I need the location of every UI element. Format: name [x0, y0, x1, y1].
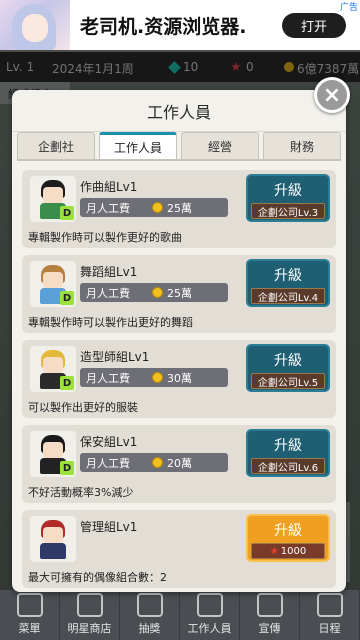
modal-tabs: 企劃社 工作人員 經營 財務 — [17, 132, 341, 160]
upgrade-requirement: 企劃公司Lv.6 — [251, 458, 325, 474]
salary-value: 25萬 — [167, 286, 192, 300]
close-button[interactable]: × — [314, 77, 350, 113]
upgrade-button[interactable]: 升級 ★ 1000 — [246, 514, 330, 562]
salary-value: 30萬 — [167, 371, 192, 385]
staff-name: 管理組Lv1 — [80, 520, 138, 534]
nav-menu[interactable]: 菜單 — [0, 590, 60, 640]
staff-modal: 工作人員 企劃社 工作人員 經營 財務 D 作曲組Lv1 月人工費 25萬 專輯… — [12, 90, 346, 592]
ad-open-button[interactable]: 打开 — [282, 13, 346, 38]
ad-tag: 广告 — [339, 3, 358, 13]
salary-row: 月人工費 30萬 — [80, 368, 228, 387]
calendar-icon — [316, 593, 343, 617]
security-avatar: D — [30, 431, 76, 477]
modal-title: 工作人員 — [12, 90, 346, 132]
lottery-icon — [136, 593, 163, 617]
nav-star-shop[interactable]: 明星商店 — [60, 590, 120, 640]
staff-card-dance: D 舞蹈組Lv1 月人工費 25萬 專輯製作時可以製作出更好的舞蹈 升級 企劃公… — [22, 255, 336, 333]
salary-row: 月人工費 20萬 — [80, 453, 228, 472]
upgrade-button[interactable]: 升級 企劃公司Lv.6 — [246, 429, 330, 477]
staff-card-stylist: D 造型師組Lv1 月人工費 30萬 可以製作出更好的服裝 升級 企劃公司Lv.… — [22, 340, 336, 418]
salary-value: 20萬 — [167, 456, 192, 470]
tab-divider — [17, 159, 341, 161]
stylist-avatar: D — [30, 346, 76, 392]
upgrade-cost: ★ 1000 — [251, 543, 325, 559]
close-icon: × — [322, 82, 342, 108]
star-shop-icon — [76, 593, 103, 617]
staff-name: 作曲組Lv1 — [80, 180, 138, 194]
coin-icon — [152, 372, 163, 383]
upgrade-button[interactable]: 升級 企劃公司Lv.4 — [246, 259, 330, 307]
staff-description: 最大可擁有的偶像組合數：2 — [28, 571, 167, 584]
megaphone-icon — [256, 593, 283, 617]
staff-card-management: 管理組Lv1 最大可擁有的偶像組合數：2 升級 ★ 1000 — [22, 510, 336, 588]
nav-schedule[interactable]: 日程 — [300, 590, 360, 640]
salary-row: 月人工費 25萬 — [80, 198, 228, 217]
tab-agency[interactable]: 企劃社 — [17, 132, 95, 159]
upgrade-requirement: 企劃公司Lv.5 — [251, 373, 325, 389]
nav-staff[interactable]: 工作人員 — [180, 590, 240, 640]
coin-icon — [152, 287, 163, 298]
staff-description: 專輯製作時可以製作更好的歌曲 — [28, 231, 182, 244]
coin-icon — [152, 457, 163, 468]
menu-icon — [16, 593, 43, 617]
salary-row: 月人工費 25萬 — [80, 283, 228, 302]
ad-banner[interactable]: 老司机.资源浏览器. 打开 广告 — [0, 0, 360, 50]
staff-icon — [196, 593, 223, 617]
upgrade-button[interactable]: 升級 企劃公司Lv.5 — [246, 344, 330, 392]
bottom-nav: 菜單 明星商店 抽獎 工作人員 宣傳 日程 — [0, 590, 360, 640]
upgrade-requirement: 企劃公司Lv.3 — [251, 203, 325, 219]
ad-title: 老司机.资源浏览器. — [80, 15, 247, 38]
staff-name: 保安組Lv1 — [80, 435, 138, 449]
staff-description: 專輯製作時可以製作出更好的舞蹈 — [28, 316, 193, 329]
ad-thumbnail-image — [0, 0, 70, 50]
staff-description: 可以製作出更好的服裝 — [28, 401, 138, 414]
star-icon: ★ — [269, 545, 279, 557]
composer-avatar: D — [30, 176, 76, 222]
staff-name: 造型師組Lv1 — [80, 350, 150, 364]
tab-finance[interactable]: 財務 — [263, 132, 341, 159]
dance-avatar: D — [30, 261, 76, 307]
staff-name: 舞蹈組Lv1 — [80, 265, 138, 279]
tab-management[interactable]: 經營 — [181, 132, 259, 159]
staff-card-composer: D 作曲組Lv1 月人工費 25萬 專輯製作時可以製作更好的歌曲 升級 企劃公司… — [22, 170, 336, 248]
upgrade-requirement: 企劃公司Lv.4 — [251, 288, 325, 304]
staff-card-security: D 保安組Lv1 月人工費 20萬 不好活動概率3%減少 升級 企劃公司Lv.6 — [22, 425, 336, 503]
management-avatar — [30, 516, 76, 562]
nav-lottery[interactable]: 抽獎 — [120, 590, 180, 640]
upgrade-button[interactable]: 升級 企劃公司Lv.3 — [246, 174, 330, 222]
salary-value: 25萬 — [167, 201, 192, 215]
nav-promotion[interactable]: 宣傳 — [240, 590, 300, 640]
tab-staff[interactable]: 工作人員 — [99, 132, 177, 159]
coin-icon — [152, 202, 163, 213]
staff-description: 不好活動概率3%減少 — [28, 486, 134, 499]
